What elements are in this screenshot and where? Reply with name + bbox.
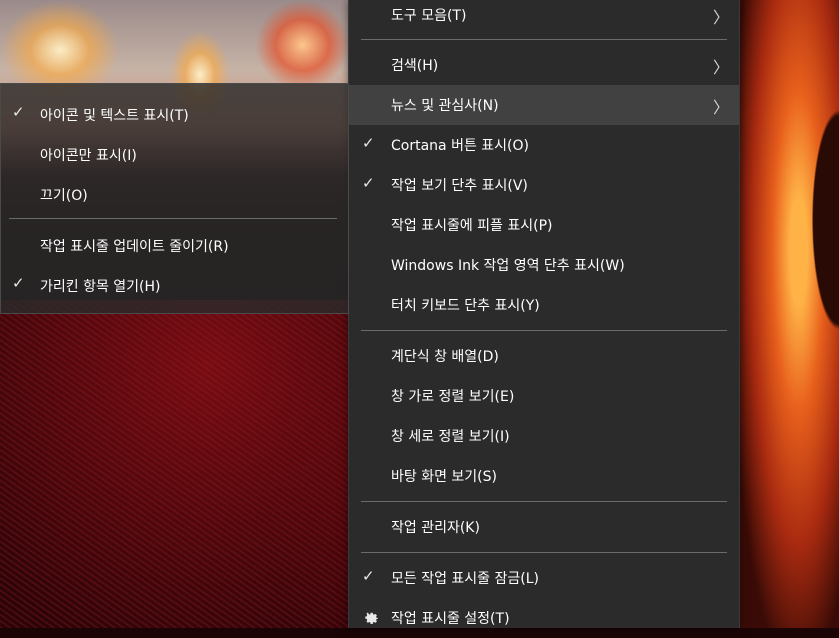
menu-item-show-touch-keyboard[interactable]: 터치 키보드 단추 표시(Y) [349, 285, 739, 325]
wallpaper-light-trail [255, 0, 350, 90]
menu-item-label: 도구 모음(T) [391, 8, 467, 24]
menu-item-lock-taskbar[interactable]: ✓ 모든 작업 표시줄 잠금(L) [349, 558, 739, 598]
menu-item-task-manager[interactable]: 작업 관리자(K) [349, 507, 739, 547]
gear-icon [365, 612, 379, 624]
submenu-item-label: 작업 표시줄 업데이트 줄이기(R) [40, 239, 229, 255]
menu-item-label: 창 가로 정렬 보기(E) [391, 389, 515, 405]
menu-item-show-desktop[interactable]: 바탕 화면 보기(S) [349, 456, 739, 496]
menu-item-label: 작업 표시줄 설정(T) [391, 611, 510, 627]
menu-item-label: Windows Ink 작업 영역 단추 표시(W) [391, 258, 625, 274]
menu-item-label: 검색(H) [391, 58, 439, 74]
menu-item-show-people[interactable]: 작업 표시줄에 피플 표시(P) [349, 205, 739, 245]
menu-separator [361, 39, 727, 40]
menu-item-label: 작업 보기 단추 표시(V) [391, 178, 528, 194]
menu-item-label: 창 세로 정렬 보기(I) [391, 429, 510, 445]
menu-item-toolbars[interactable]: 도구 모음(T) 〉 [349, 0, 739, 35]
checkmark-icon: ✓ [362, 567, 375, 585]
submenu-item-turn-off[interactable]: 끄기(O) [1, 174, 348, 214]
chevron-right-icon: 〉 [713, 98, 730, 117]
checkmark-icon: ✓ [12, 103, 25, 121]
menu-item-label: 작업 표시줄에 피플 표시(P) [391, 218, 553, 234]
menu-item-news-and-interests[interactable]: 뉴스 및 관심사(N) 〉 [349, 85, 739, 125]
menu-item-cascade-windows[interactable]: 계단식 창 배열(D) [349, 336, 739, 376]
menu-item-label: 계단식 창 배열(D) [391, 349, 499, 365]
submenu-item-label: 가리킨 항목 열기(H) [40, 279, 161, 295]
wallpaper-light-orb [738, 0, 839, 628]
checkmark-icon: ✓ [362, 174, 375, 192]
menu-item-label: 작업 관리자(K) [391, 520, 480, 536]
menu-item-side-by-side-windows[interactable]: 창 세로 정렬 보기(I) [349, 416, 739, 456]
news-and-interests-submenu: ✓ 아이콘 및 텍스트 표시(T) 아이콘만 표시(I) 끄기(O) 작업 표시… [0, 83, 349, 314]
submenu-item-label: 끄기(O) [40, 188, 88, 204]
menu-item-label: 터치 키보드 단추 표시(Y) [391, 298, 540, 314]
submenu-item-label: 아이콘만 표시(I) [40, 148, 137, 164]
menu-item-taskbar-settings[interactable]: 작업 표시줄 설정(T) [349, 598, 739, 638]
submenu-item-show-icon-only[interactable]: 아이콘만 표시(I) [1, 134, 348, 174]
chevron-right-icon: 〉 [713, 8, 730, 27]
menu-item-label: Cortana 버튼 표시(O) [391, 138, 529, 154]
taskbar-context-menu: 도구 모음(T) 〉 검색(H) 〉 뉴스 및 관심사(N) 〉 ✓ Corta… [348, 0, 740, 628]
menu-separator [9, 218, 337, 219]
menu-item-show-task-view-button[interactable]: ✓ 작업 보기 단추 표시(V) [349, 165, 739, 205]
menu-separator [361, 552, 727, 553]
menu-separator [361, 330, 727, 331]
menu-item-show-windows-ink[interactable]: Windows Ink 작업 영역 단추 표시(W) [349, 245, 739, 285]
menu-item-search[interactable]: 검색(H) 〉 [349, 45, 739, 85]
submenu-item-show-icon-and-text[interactable]: ✓ 아이콘 및 텍스트 표시(T) [1, 94, 348, 134]
submenu-item-open-on-hover[interactable]: ✓ 가리킨 항목 열기(H) [1, 265, 348, 305]
submenu-item-label: 아이콘 및 텍스트 표시(T) [40, 108, 189, 124]
menu-item-label: 뉴스 및 관심사(N) [391, 98, 499, 114]
checkmark-icon: ✓ [362, 134, 375, 152]
menu-item-label: 바탕 화면 보기(S) [391, 469, 497, 485]
menu-item-show-cortana-button[interactable]: ✓ Cortana 버튼 표시(O) [349, 125, 739, 165]
submenu-item-reduce-taskbar-updates[interactable]: 작업 표시줄 업데이트 줄이기(R) [1, 225, 348, 265]
menu-separator [361, 501, 727, 502]
menu-item-stack-windows[interactable]: 창 가로 정렬 보기(E) [349, 376, 739, 416]
chevron-right-icon: 〉 [713, 58, 730, 77]
menu-item-label: 모든 작업 표시줄 잠금(L) [391, 571, 539, 587]
checkmark-icon: ✓ [12, 274, 25, 292]
